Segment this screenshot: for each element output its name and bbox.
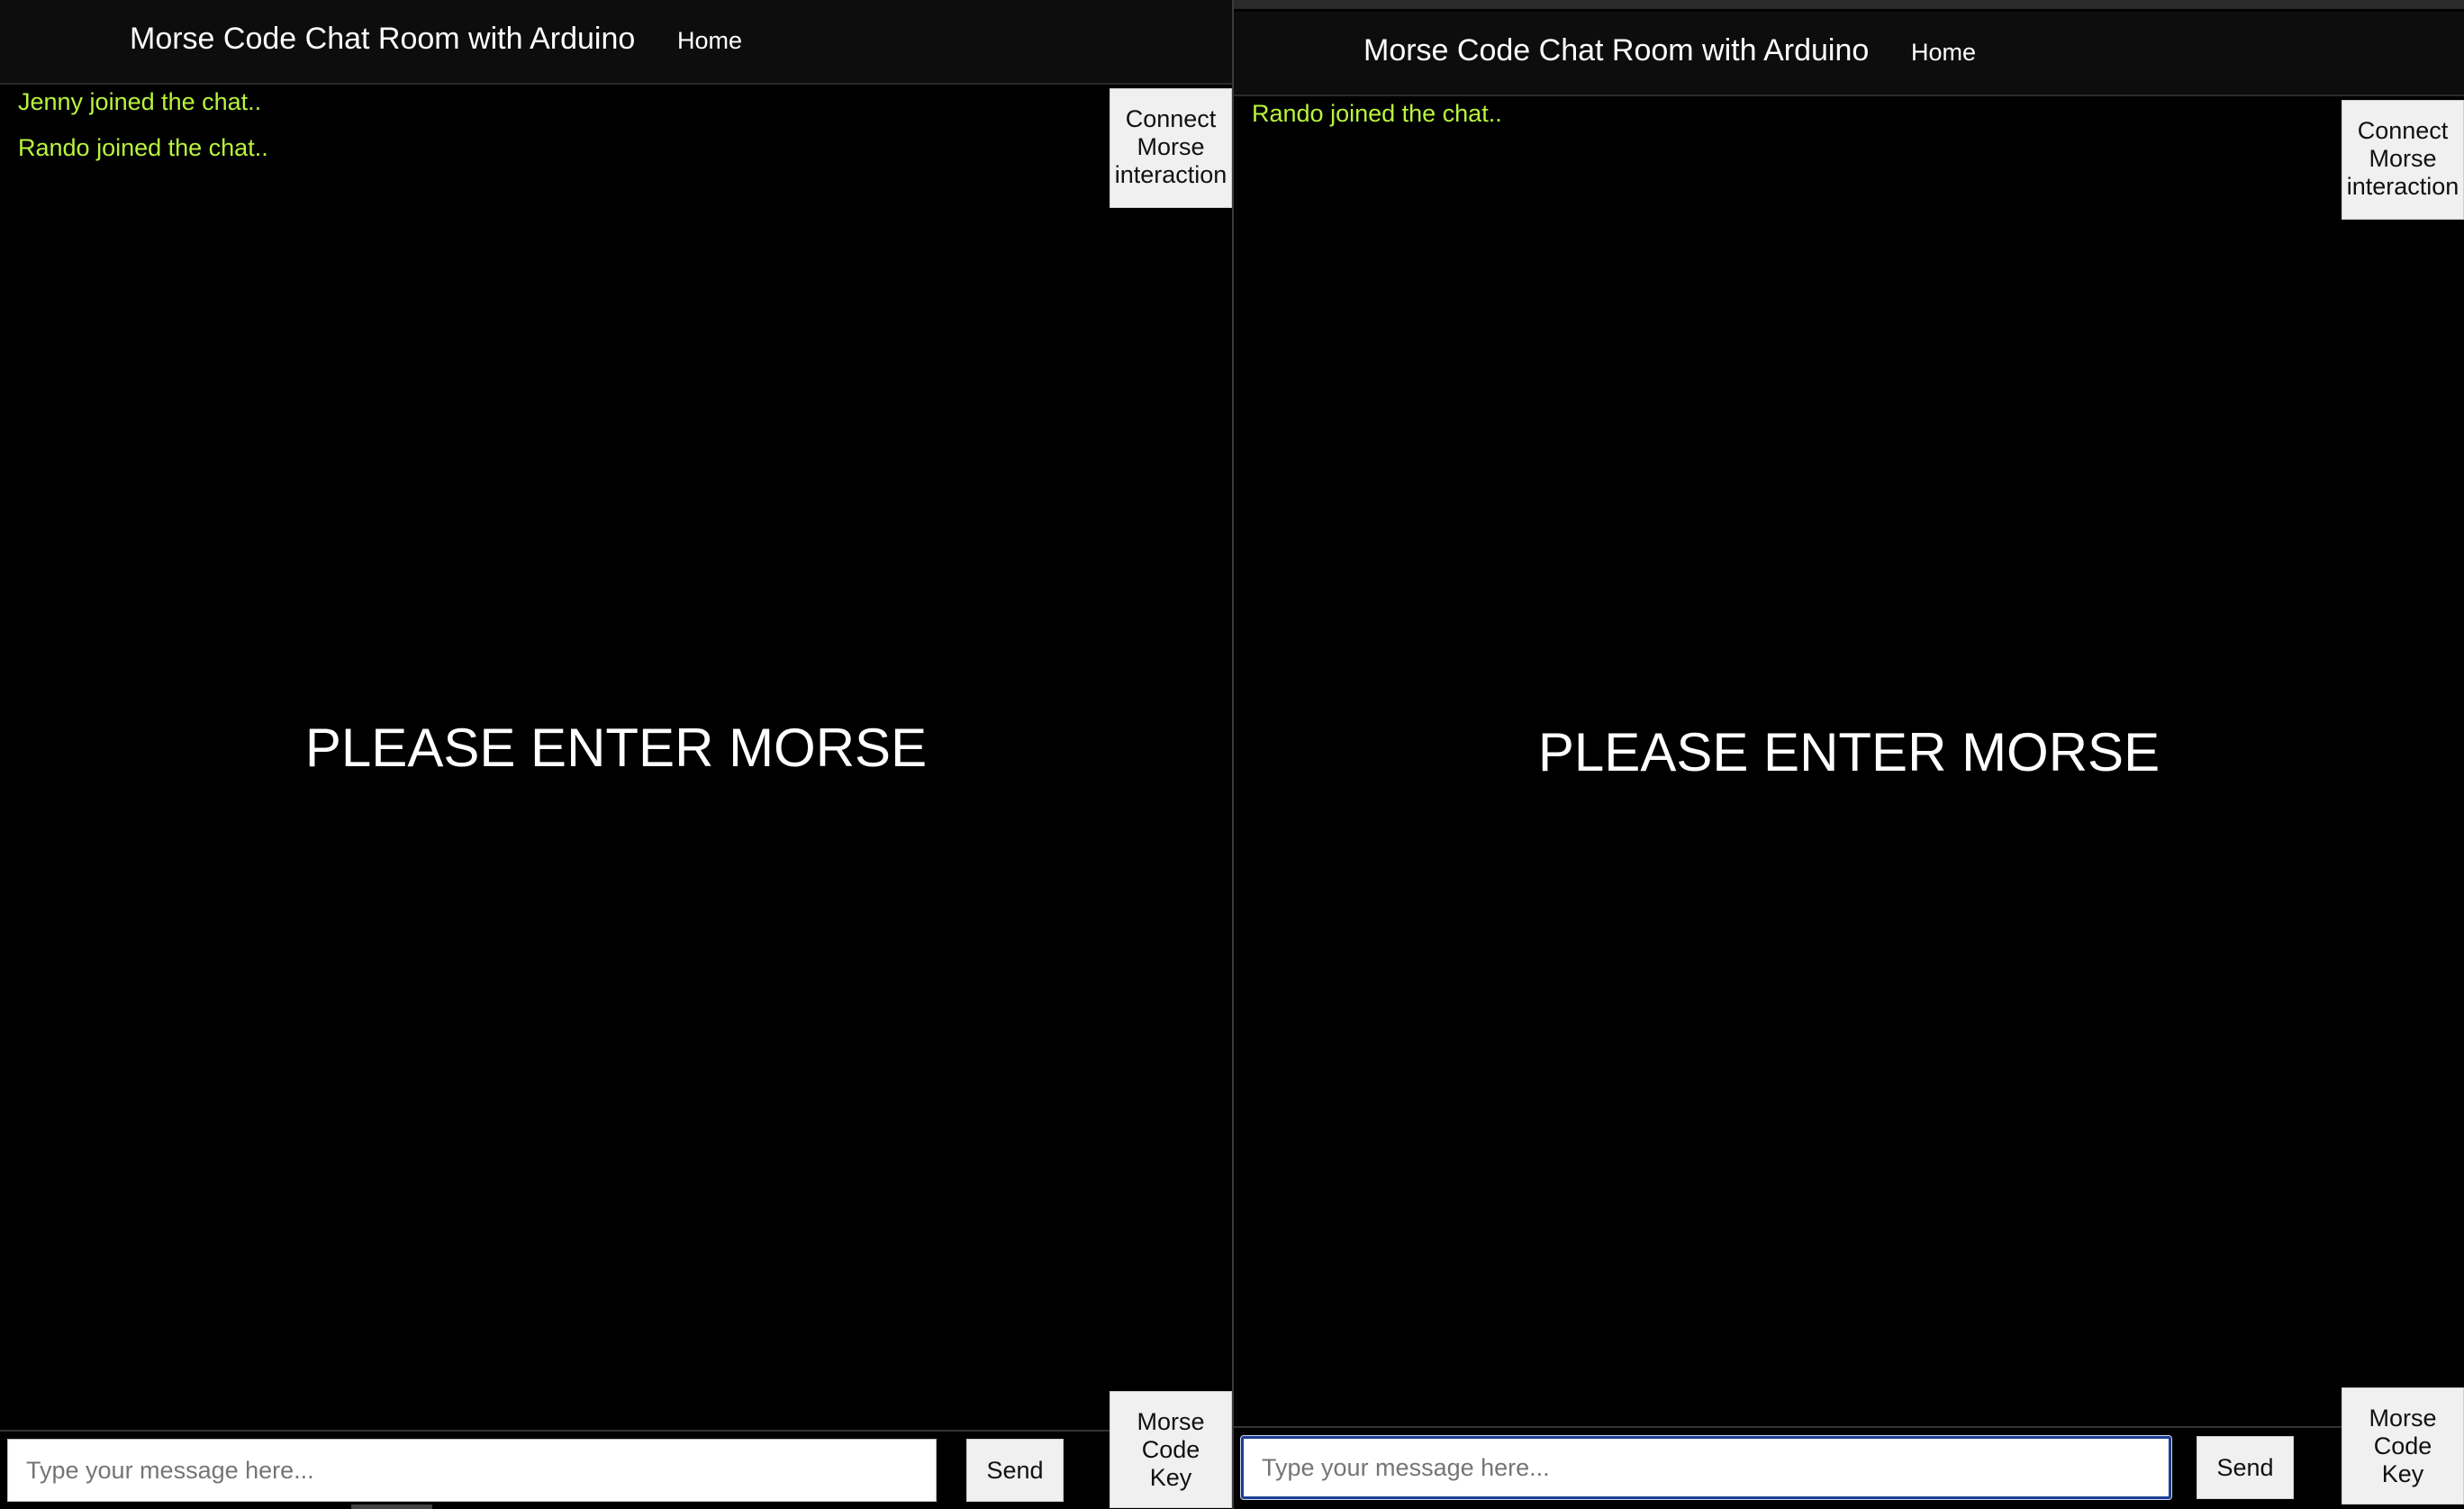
- message-input[interactable]: [7, 1439, 937, 1502]
- app-title: Morse Code Chat Room with Arduino: [130, 22, 636, 56]
- window-top-edge: [1234, 0, 2464, 9]
- morse-code-key-button[interactable]: Morse Code Key: [2342, 1387, 2464, 1504]
- system-message: Rando joined the chat..: [18, 134, 268, 161]
- navbar: Morse Code Chat Room with Arduino Home: [1234, 12, 2464, 96]
- left-chat-window: Morse Code Chat Room with Arduino Home J…: [0, 0, 1232, 1509]
- input-divider: [1234, 1426, 2464, 1428]
- navbar: Morse Code Chat Room with Arduino Home: [0, 0, 1232, 85]
- connect-morse-button[interactable]: Connect Morse interaction: [1110, 88, 1232, 208]
- send-button[interactable]: Send: [2197, 1436, 2294, 1499]
- input-divider: [0, 1430, 1232, 1432]
- app-title: Morse Code Chat Room with Arduino: [1363, 33, 1870, 68]
- system-message: Jenny joined the chat..: [18, 88, 262, 115]
- scroll-indicator: [351, 1504, 432, 1509]
- message-input[interactable]: [1240, 1435, 2172, 1500]
- nav-home-link[interactable]: Home: [1911, 39, 1976, 67]
- right-chat-window: Morse Code Chat Room with Arduino Home R…: [1234, 0, 2464, 1509]
- morse-prompt: PLEASE ENTER MORSE: [304, 718, 928, 778]
- chat-messages: Jenny joined the chat.. Rando joined the…: [18, 88, 1009, 180]
- morse-prompt: PLEASE ENTER MORSE: [1537, 722, 2161, 782]
- chat-messages: Rando joined the chat..: [1252, 100, 2242, 146]
- connect-morse-button[interactable]: Connect Morse interaction: [2342, 100, 2464, 220]
- nav-home-link[interactable]: Home: [677, 27, 742, 55]
- morse-code-key-button[interactable]: Morse Code Key: [1110, 1391, 1232, 1508]
- send-button[interactable]: Send: [966, 1439, 1064, 1502]
- system-message: Rando joined the chat..: [1252, 100, 1502, 127]
